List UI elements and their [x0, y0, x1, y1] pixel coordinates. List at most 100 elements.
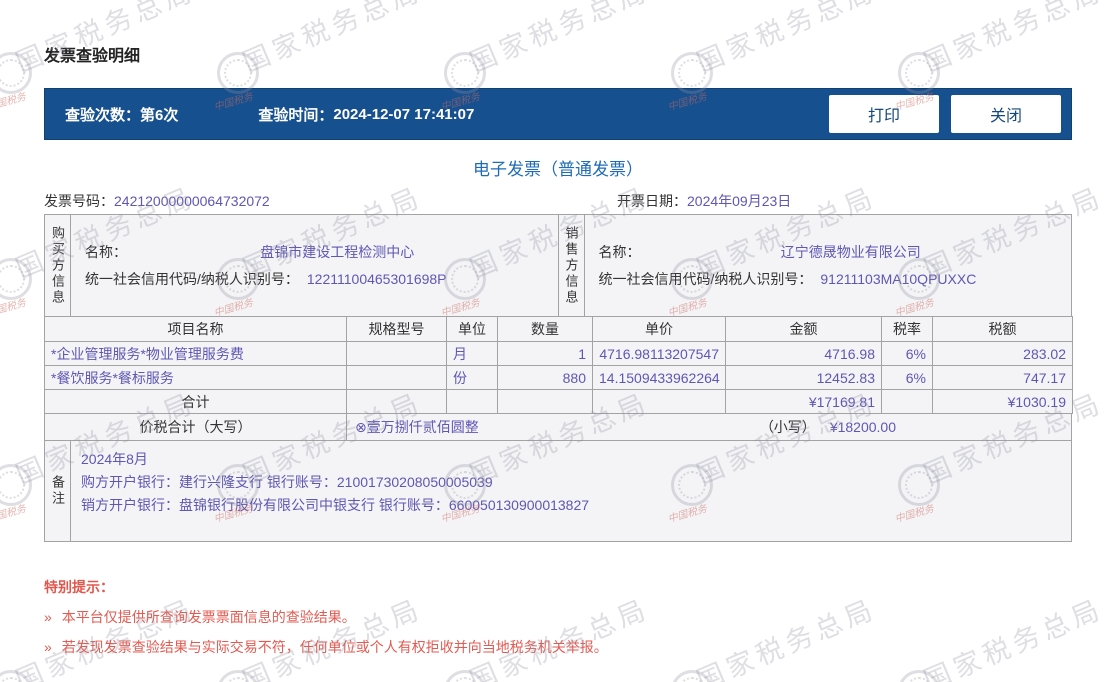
col-header-qty: 数量 [497, 316, 593, 342]
col-header-unit: 单位 [446, 316, 498, 342]
close-button[interactable]: 关闭 [951, 95, 1061, 133]
grand-total-row: 价税合计（大写） ⊗壹万捌仟贰佰圆整 （小写） ¥18200.00 [44, 413, 1072, 441]
buyer-name-row: 名称： 盘锦市建设工程检测中心 [85, 242, 548, 262]
item-cell-spec [346, 341, 447, 366]
notice-bullet-icon: » [44, 609, 52, 625]
grand-total-lowercase-value: ¥18200.00 [829, 419, 896, 435]
check-count-label: 查验次数： [65, 106, 141, 124]
seller-name-label: 名称： [598, 244, 641, 260]
col-header-item-name: 项目名称 [44, 316, 347, 342]
tax-emblem-icon [217, 670, 259, 682]
item-cell-spec [346, 365, 447, 390]
item-cell-name: *餐饮服务*餐标服务 [44, 365, 347, 390]
seller-taxid-value: 91211103MA10QPUXXC [820, 271, 977, 287]
tax-emblem-icon [0, 258, 32, 300]
watermark-subtext: 中国税务 [0, 91, 28, 114]
notice-text: 本平台仅提供所查询发票票面信息的查验结果。 [61, 609, 356, 625]
grand-total-uppercase: ⊗壹万捌仟贰佰圆整 [355, 419, 479, 435]
buyer-section-label: 购买方信息 [45, 215, 71, 316]
item-cell-amount: 4716.98 [725, 341, 882, 366]
col-header-unit-price: 单价 [592, 316, 726, 342]
item-cell-price: 14.1509433962264 [592, 365, 726, 390]
item-cell-tax-rate: 6% [881, 341, 933, 366]
special-notice-title: 特别提示： [44, 579, 114, 595]
invoice-verification-page: 发票查验明细 查验次数： 第6次 查验时间： 2024-12-07 17:41:… [0, 0, 1108, 682]
invoice-number-label: 发票号码： [44, 193, 114, 209]
page-title: 发票查验明细 [44, 48, 141, 65]
item-cell-tax-rate: 6% [881, 365, 933, 390]
tax-emblem-icon [898, 670, 940, 682]
check-time-value: 2024-12-07 17:41:07 [333, 105, 475, 123]
notice-item: » 若发现发票查验结果与实际交易不符，任何单位或个人有权拒收并向当地税务机关举报。 [44, 638, 1072, 656]
grand-total-lowercase-label: （小写） [759, 419, 816, 435]
remark-line: 购方开户银行：建行兴隆支行 银行账号：21001730208050005039 [81, 474, 493, 490]
invoice-type-title: 电子发票（普通发票） [473, 160, 643, 179]
invoice-number-row: 发票号码：24212000000064732072 开票日期：2024年09月2… [44, 190, 1072, 212]
invoice-date-group: 开票日期：2024年09月23日 [617, 190, 791, 212]
col-header-tax-rate: 税率 [881, 316, 933, 342]
item-cell-tax: 747.17 [932, 365, 1073, 390]
buyer-info: 名称： 盘锦市建设工程检测中心 统一社会信用代码/纳税人识别号： 1221110… [71, 215, 559, 316]
invoice-date-label: 开票日期： [617, 193, 687, 209]
col-header-spec: 规格型号 [346, 316, 447, 342]
total-label: 合计 [44, 389, 347, 414]
buyer-taxid-row: 统一社会信用代码/纳税人识别号： 12211100465301698P [85, 269, 548, 289]
item-cell-unit: 份 [446, 365, 498, 390]
seller-info: 名称： 辽宁德晟物业有限公司 统一社会信用代码/纳税人识别号： 91211103… [585, 215, 1072, 316]
tax-emblem-icon [0, 52, 32, 94]
seller-name-row: 名称： 辽宁德晟物业有限公司 [599, 242, 1062, 262]
total-unit-empty [446, 389, 498, 414]
item-row: *餐饮服务*餐标服务 份 880 14.1509433962264 12452.83 6%… [44, 365, 1073, 390]
item-cell-amount: 12452.83 [725, 365, 882, 390]
seller-name-value: 辽宁德晟物业有限公司 [780, 244, 921, 260]
item-cell-qty: 1 [497, 341, 593, 366]
tax-emblem-icon [444, 670, 486, 682]
buyer-name-value: 盘锦市建设工程检测中心 [260, 244, 415, 260]
col-header-tax: 税额 [932, 316, 1073, 342]
total-spec-empty [346, 389, 447, 414]
verification-toolbar: 查验次数： 第6次 查验时间： 2024-12-07 17:41:07 打印 关… [44, 88, 1072, 140]
items-header-row: 项目名称 规格型号 单位 数量 单价 金额 税率 税额 [44, 316, 1073, 342]
tax-emblem-icon [0, 464, 32, 506]
line-items-table: 项目名称 规格型号 单位 数量 单价 金额 税率 税额 *企业管理服务*物业管理… [44, 316, 1073, 414]
notice-text: 若发现发票查验结果与实际交易不符，任何单位或个人有权拒收并向当地税务机关举报。 [61, 639, 608, 655]
invoice-date-value: 2024年09月23日 [687, 193, 792, 209]
notice-item: » 本平台仅提供所查询发票票面信息的查验结果。 [44, 608, 1072, 626]
seller-taxid-row: 统一社会信用代码/纳税人识别号： 91211103MA10QPUXXC [599, 269, 1062, 289]
total-amount-value: ¥17169.81 [725, 389, 882, 414]
remarks-content: 2024年8月 购方开户银行：建行兴隆支行 银行账号：21001730208050… [71, 441, 1071, 541]
total-rate-empty [881, 389, 933, 414]
buyer-taxid-value: 12211100465301698P [306, 271, 447, 287]
buyer-name-label: 名称： [85, 244, 127, 260]
watermark-subtext: 中国税务 [0, 503, 28, 526]
special-notice-list: » 本平台仅提供所查询发票票面信息的查验结果。 » 若发现发票查验结果与实际交易不符，… [44, 608, 1072, 656]
total-tax-value: ¥1030.19 [932, 389, 1073, 414]
items-total-row: 合计 ¥17169.81 ¥1030.19 [44, 389, 1073, 414]
grand-total-values: ⊗壹万捌仟贰佰圆整 （小写） ¥18200.00 [347, 414, 1071, 440]
seller-taxid-label: 统一社会信用代码/纳税人识别号： [598, 271, 813, 287]
tax-emblem-icon [671, 670, 713, 682]
seller-section-label: 销售方信息 [559, 215, 585, 316]
remarks-box: 备注 2024年8月 购方开户银行：建行兴隆支行 银行账号：21001730208… [44, 440, 1072, 542]
check-time-label: 查验时间： [258, 106, 334, 124]
check-count-value: 第6次 [140, 106, 179, 124]
remark-line: 销方开户银行：盘锦银行股份有限公司中银支行 银行账号：6600501309000… [81, 497, 590, 513]
buyer-taxid-label: 统一社会信用代码/纳税人识别号： [85, 271, 299, 287]
item-cell-tax: 283.02 [932, 341, 1073, 366]
remarks-section-label: 备注 [45, 441, 71, 541]
print-button[interactable]: 打印 [829, 95, 939, 133]
special-notice: 特别提示： » 本平台仅提供所查询发票票面信息的查验结果。 » 若发现发票查验结果与实… [44, 578, 1072, 656]
invoice-number-value: 24212000000064732072 [114, 193, 270, 209]
col-header-amount: 金额 [725, 316, 882, 342]
grand-total-label: 价税合计（大写） [45, 414, 347, 440]
item-row: *企业管理服务*物业管理服务费 月 1 4716.98113207547 4716.98… [44, 341, 1073, 366]
total-qty-empty [497, 389, 593, 414]
party-info-box: 购买方信息 名称： 盘锦市建设工程检测中心 统一社会信用代码/纳税人识别号： 1… [44, 214, 1072, 317]
total-price-empty [592, 389, 726, 414]
tax-emblem-icon [0, 670, 32, 682]
item-cell-name: *企业管理服务*物业管理服务费 [44, 341, 347, 366]
item-cell-price: 4716.98113207547 [592, 341, 726, 366]
notice-bullet-icon: » [44, 639, 52, 655]
item-cell-qty: 880 [497, 365, 593, 390]
item-cell-unit: 月 [446, 341, 498, 366]
